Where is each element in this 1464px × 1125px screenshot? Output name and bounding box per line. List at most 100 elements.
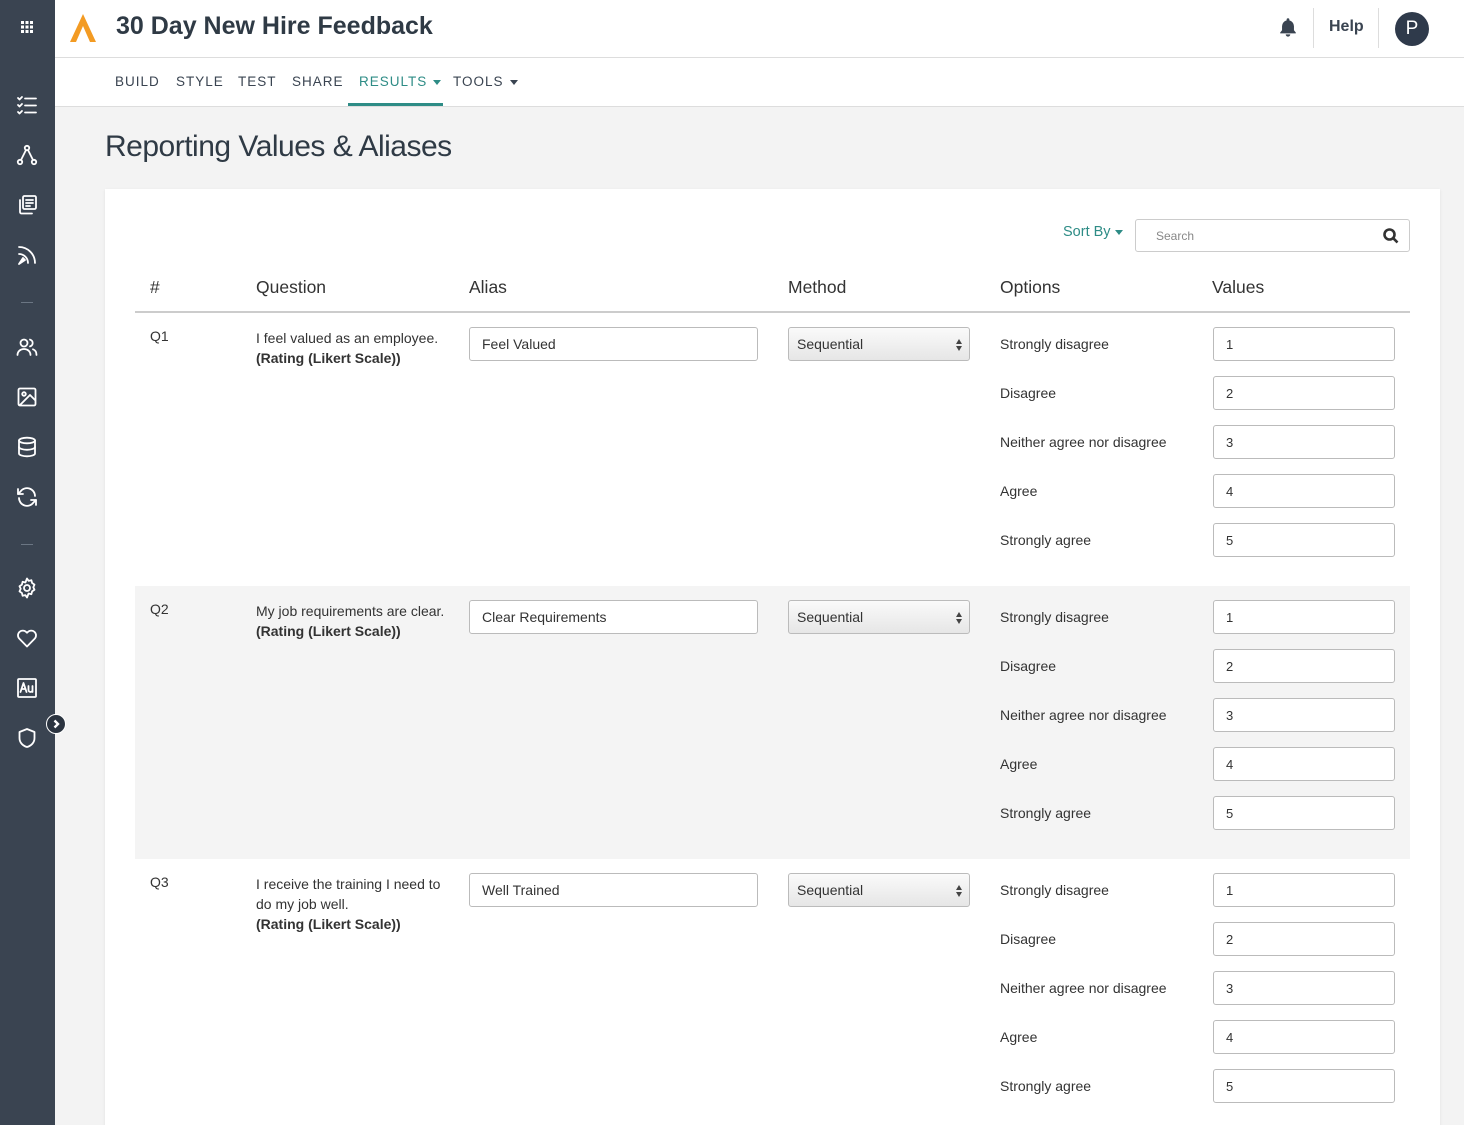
question-type: (Rating (Likert Scale)) [256,350,401,366]
tab-label: TEST [238,74,277,89]
question-label: I receive the training I need to do my j… [256,876,441,912]
rail-expand-button[interactable] [46,714,66,734]
help-link[interactable]: Help [1329,18,1364,36]
option-label: Agree [1000,756,1038,772]
value-input[interactable] [1213,649,1395,683]
tab-label: BUILD [115,74,160,89]
value-input[interactable] [1213,873,1395,907]
image-icon[interactable] [14,384,40,410]
value-input[interactable] [1213,327,1395,361]
topbar-divider [1378,8,1379,48]
value-input[interactable] [1213,1020,1395,1054]
method-value: Sequential [797,336,864,352]
tab-label: TOOLS [453,74,504,89]
question-number: Q1 [150,328,169,344]
option-label: Strongly agree [1000,805,1092,821]
question-number: Q3 [150,874,169,890]
value-input[interactable] [1213,796,1395,830]
gear-icon[interactable] [14,575,40,601]
tab-tools[interactable]: TOOLS [453,74,518,89]
select-arrows-icon [955,883,963,899]
heart-icon[interactable] [14,625,40,651]
option-label: Disagree [1000,385,1057,401]
database-icon[interactable] [14,434,40,460]
column-header-alias: Alias [469,277,507,297]
question-type: (Rating (Likert Scale)) [256,623,401,639]
value-input[interactable] [1213,474,1395,508]
value-input[interactable] [1213,523,1395,557]
reporting-values-panel: Sort By # Question Alias Method Options … [105,189,1440,1125]
question-label: My job requirements are clear. [256,603,445,619]
search-box [1135,219,1410,252]
value-input[interactable] [1213,747,1395,781]
question-label: I feel valued as an employee. [256,330,439,346]
alias-input[interactable] [469,873,758,907]
option-label: Strongly disagree [1000,336,1109,352]
alias-input[interactable] [469,327,758,361]
checklist-icon[interactable] [14,92,40,118]
option-label: Strongly agree [1000,1078,1092,1094]
tab-label: SHARE [292,74,344,89]
top-bar: 30 Day New Hire Feedback Help P [55,0,1464,58]
method-value: Sequential [797,882,864,898]
app-logo-icon[interactable] [67,12,99,44]
value-input[interactable] [1213,922,1395,956]
tab-label: STYLE [176,74,224,89]
alias-input[interactable] [469,600,758,634]
tab-label: RESULTS [359,74,428,89]
method-select[interactable]: Sequential [788,600,970,634]
column-header-question: Question [256,277,327,297]
rail-divider [21,544,33,545]
option-label: Neither agree nor disagree [1000,980,1167,996]
option-label: Agree [1000,1029,1038,1045]
users-icon[interactable] [14,334,40,360]
value-input[interactable] [1213,698,1395,732]
option-label: Disagree [1000,658,1057,674]
option-label: Strongly disagree [1000,609,1109,625]
avatar[interactable]: P [1395,12,1429,46]
workflow-icon[interactable] [14,142,40,168]
method-select[interactable]: Sequential [788,327,970,361]
sort-by-dropdown[interactable]: Sort By [1063,224,1123,240]
option-label: Agree [1000,483,1038,499]
rss-icon[interactable] [14,242,40,268]
column-header-method: Method [788,277,847,297]
method-value: Sequential [797,609,864,625]
chevron-right-icon [53,719,60,729]
column-header-number: # [150,277,160,297]
column-header-values: Values [1212,277,1265,297]
tab-build[interactable]: BUILD [115,74,160,89]
question-text: I feel valued as an employee. (Rating (L… [256,328,446,368]
tab-share[interactable]: SHARE [292,74,344,89]
select-arrows-icon [955,337,963,353]
method-select[interactable]: Sequential [788,873,970,907]
search-input[interactable] [1136,220,1376,251]
tab-test[interactable]: TEST [238,74,277,89]
select-arrows-icon [955,610,963,626]
tab-style[interactable]: STYLE [176,74,224,89]
value-input[interactable] [1213,425,1395,459]
value-input[interactable] [1213,376,1395,410]
grid-menu-icon[interactable] [14,14,40,40]
question-text: I receive the training I need to do my j… [256,874,446,934]
value-input[interactable] [1213,971,1395,1005]
table-row: Q2 My job requirements are clear. (Ratin… [135,586,1410,859]
table-row: Q3 I receive the training I need to do m… [135,859,1410,1125]
option-label: Neither agree nor disagree [1000,707,1167,723]
table-row: Q1 I feel valued as an employee. (Rating… [135,313,1410,586]
pages-icon[interactable] [14,192,40,218]
survey-title: 30 Day New Hire Feedback [116,12,433,40]
left-rail [0,0,55,1125]
search-icon[interactable] [1383,228,1399,244]
tab-results[interactable]: RESULTS [359,74,442,89]
topbar-divider [1313,8,1314,48]
caret-down-icon [433,79,442,85]
value-input[interactable] [1213,600,1395,634]
shield-icon[interactable] [14,725,40,751]
au-icon[interactable] [14,675,40,701]
sub-nav: BUILD STYLE TEST SHARE RESULTS TOOLS [55,58,1464,107]
notification-bell-icon[interactable] [1277,16,1301,40]
value-input[interactable] [1213,1069,1395,1103]
sync-icon[interactable] [14,484,40,510]
column-header-options: Options [1000,277,1061,297]
